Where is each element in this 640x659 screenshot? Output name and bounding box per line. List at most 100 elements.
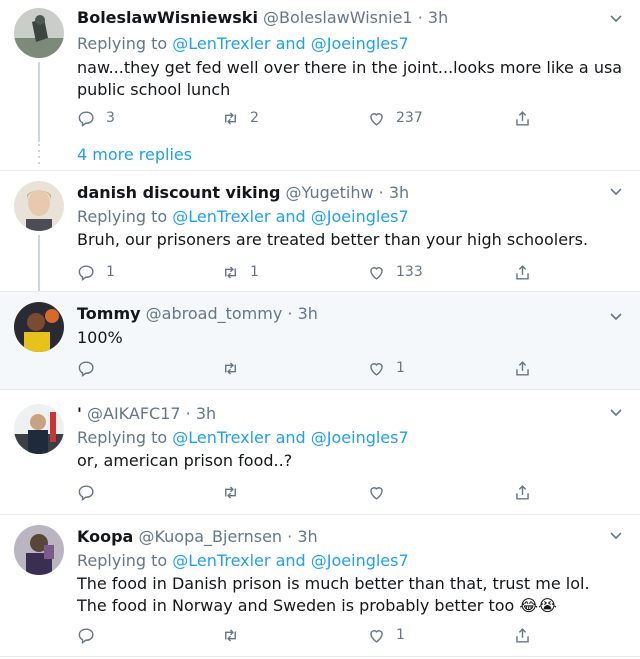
tweet-2[interactable]: danish discount viking @Yugetihw · 3h Re…	[0, 171, 640, 291]
separator-dot: ·	[185, 404, 191, 423]
reply-button[interactable]	[77, 623, 106, 647]
like-count: 237	[396, 110, 423, 126]
like-button[interactable]: 133	[367, 260, 423, 284]
avatar[interactable]	[14, 181, 64, 231]
thread-line	[38, 62, 40, 142]
like-button[interactable]: 1	[367, 356, 405, 380]
avatar[interactable]	[14, 8, 64, 58]
replying-to-label: Replying to	[77, 34, 168, 53]
display-name[interactable]: Koopa	[77, 527, 133, 546]
chevron-down-icon[interactable]	[608, 183, 624, 199]
reply-button[interactable]: 1	[77, 260, 115, 284]
user-handle[interactable]: @Yugetihw	[286, 183, 374, 202]
avatar[interactable]	[14, 302, 64, 352]
tweet-5[interactable]: Koopa @Kuopa_Bjernsen · 3h Replying to @…	[0, 515, 640, 659]
retweet-button[interactable]	[221, 623, 250, 647]
tweet-1[interactable]: BoleslawWisniewski @BoleslawWisnie1 · 3h…	[0, 0, 640, 170]
share-button[interactable]	[513, 106, 542, 130]
share-button[interactable]	[513, 356, 542, 380]
mention-link[interactable]: @LenTrexler	[172, 34, 270, 53]
reply-icon	[78, 627, 94, 644]
mention-link[interactable]: @Joeingles7	[311, 34, 409, 53]
replying-to: Replying to @LenTrexler and @Joeingles7	[77, 549, 624, 573]
retweet-icon	[225, 628, 236, 642]
replying-to: Replying to @LenTrexler and @Joeingles7	[77, 32, 624, 56]
retweet-count: 2	[250, 110, 259, 126]
avatar[interactable]	[14, 525, 64, 575]
timestamp[interactable]: 3h	[428, 8, 448, 27]
retweet-button[interactable]: 1	[221, 260, 259, 284]
user-handle[interactable]: @BoleslawWisnie1	[263, 8, 413, 27]
chevron-down-icon[interactable]	[608, 308, 624, 324]
mention-link[interactable]: @LenTrexler	[172, 428, 270, 447]
share-icon	[516, 264, 529, 280]
mention-link[interactable]: @Joeingles7	[311, 551, 409, 570]
thread-dots	[38, 144, 40, 164]
chevron-down-icon[interactable]	[608, 527, 624, 543]
reply-button[interactable]	[77, 480, 106, 504]
tweet-text: or, american prison food..?	[77, 451, 293, 470]
replying-and-label: and	[275, 207, 306, 226]
retweet-button[interactable]: 2	[221, 106, 259, 130]
replying-and-label: and	[275, 551, 306, 570]
timestamp[interactable]: 3h	[196, 404, 216, 423]
replying-to-label: Replying to	[77, 207, 168, 226]
tweet-4[interactable]: ' @AIKAFC17 · 3h Replying to @LenTrexler…	[0, 390, 640, 514]
tweet-header: danish discount viking @Yugetihw · 3h	[77, 181, 624, 205]
heart-icon	[370, 629, 383, 643]
more-replies-link[interactable]: 4 more replies	[77, 143, 192, 167]
retweet-count: 1	[250, 264, 259, 280]
chevron-down-icon[interactable]	[608, 10, 624, 26]
separator-dot: ·	[287, 304, 293, 323]
tweet-3[interactable]: Tommy @abroad_tommy · 3h 100% 1	[0, 292, 640, 389]
tweet-header: ' @AIKAFC17 · 3h	[77, 402, 624, 426]
reply-count: 1	[106, 264, 115, 280]
reply-icon	[78, 110, 94, 127]
display-name[interactable]: danish discount viking	[77, 183, 280, 202]
replying-and-label: and	[275, 34, 306, 53]
replying-to: Replying to @LenTrexler and @Joeingles7	[77, 205, 624, 229]
share-button[interactable]	[513, 480, 542, 504]
user-handle[interactable]: @abroad_tommy	[146, 304, 283, 323]
replying-to-label: Replying to	[77, 428, 168, 447]
avatar[interactable]	[14, 404, 64, 454]
share-button[interactable]	[513, 260, 542, 284]
mention-link[interactable]: @LenTrexler	[172, 207, 270, 226]
reply-icon	[78, 264, 94, 281]
replying-and-label: and	[275, 428, 306, 447]
retweet-button[interactable]	[221, 356, 250, 380]
user-handle[interactable]: @Kuopa_Bjernsen	[138, 527, 282, 546]
mention-link[interactable]: @Joeingles7	[311, 428, 409, 447]
mention-link[interactable]: @Joeingles7	[311, 207, 409, 226]
timestamp[interactable]: 3h	[389, 183, 409, 202]
reply-count: 3	[106, 110, 115, 126]
chevron-down-icon[interactable]	[608, 404, 624, 420]
display-name[interactable]: BoleslawWisniewski	[77, 8, 258, 27]
tweet-header: Tommy @abroad_tommy · 3h	[77, 302, 624, 326]
tweet-text: The food in Danish prison is much better…	[77, 574, 590, 615]
retweet-icon	[225, 265, 236, 279]
reply-button[interactable]	[77, 356, 106, 380]
retweet-button[interactable]	[221, 480, 250, 504]
reply-button[interactable]: 3	[77, 106, 115, 130]
replying-to: Replying to @LenTrexler and @Joeingles7	[77, 426, 624, 450]
user-handle[interactable]: @AIKAFC17	[87, 404, 181, 423]
mention-link[interactable]: @LenTrexler	[172, 551, 270, 570]
reply-icon	[78, 360, 94, 377]
heart-icon	[370, 266, 383, 280]
tweet-header: Koopa @Kuopa_Bjernsen · 3h	[77, 525, 624, 549]
retweet-icon	[225, 485, 236, 499]
like-button[interactable]: 1	[367, 623, 405, 647]
tweet-header: BoleslawWisniewski @BoleslawWisnie1 · 3h	[77, 6, 624, 30]
timestamp[interactable]: 3h	[297, 527, 317, 546]
display-name[interactable]: '	[77, 404, 82, 423]
share-button[interactable]	[513, 623, 542, 647]
like-count: 1	[396, 627, 405, 643]
like-button[interactable]	[367, 480, 396, 504]
display-name[interactable]: Tommy	[77, 304, 141, 323]
separator-dot: ·	[287, 527, 293, 546]
divider	[0, 656, 640, 657]
reply-icon	[78, 484, 94, 501]
timestamp[interactable]: 3h	[298, 304, 318, 323]
like-button[interactable]: 237	[367, 106, 423, 130]
